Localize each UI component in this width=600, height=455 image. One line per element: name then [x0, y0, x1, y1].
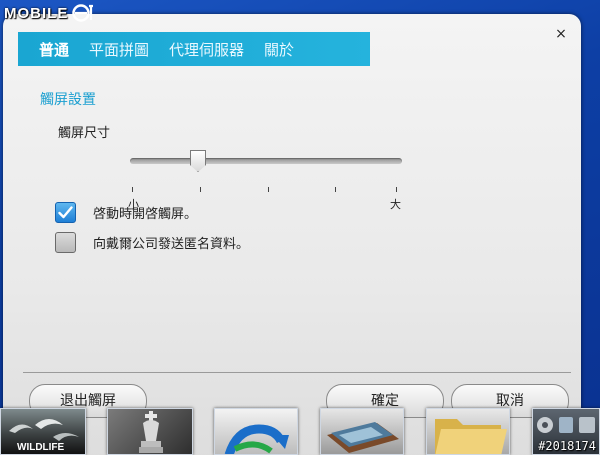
tab-proxy-server[interactable]: 代理伺服器 — [169, 39, 244, 60]
dock-item-chess[interactable] — [107, 408, 193, 455]
slider-tick — [132, 187, 133, 192]
slider-tick — [268, 187, 269, 192]
close-icon[interactable]: × — [553, 26, 569, 42]
size-label: 觸屏尺寸 — [58, 126, 111, 141]
watermark-image-id: #2018174 — [538, 439, 596, 453]
slider-track[interactable] — [130, 158, 402, 164]
slider-tick — [200, 187, 201, 192]
app-dock: WILDLIFE — [0, 408, 600, 455]
tab-bar: 普通 平面拼圖 代理伺服器 關於 — [18, 32, 370, 66]
media-tools-icon — [537, 417, 595, 433]
watermark-logo-text: MOBILE — [4, 4, 69, 22]
folder-icon — [435, 419, 507, 454]
section-title: 觸屏設置 — [40, 92, 96, 108]
slider-max-label: 大 — [390, 198, 401, 211]
anonymous-data-option-label: 向戴爾公司發送匿名資料。 — [93, 237, 250, 252]
refresh-arrows-icon — [224, 424, 289, 454]
wildlife-label: WILDLIFE — [17, 442, 65, 453]
dock-item-folder[interactable] — [426, 408, 510, 455]
tab-general[interactable]: 普通 — [39, 39, 69, 60]
wildlife-birds-icon — [9, 419, 79, 441]
slider-tick — [396, 187, 397, 192]
startup-option[interactable]: 啓動時開啓觸屏。 — [55, 202, 197, 223]
logo-e-icon — [72, 4, 94, 22]
slider-thumb[interactable] — [190, 150, 206, 172]
anonymous-data-option[interactable]: 向戴爾公司發送匿名資料。 — [55, 232, 249, 253]
settings-dialog: × 普通 平面拼圖 代理伺服器 關於 觸屏設置 觸屏尺寸 小 大 啓動時開啓觸屏… — [3, 14, 581, 455]
watermark-logo: MOBILE — [4, 2, 95, 24]
chess-king-icon — [139, 411, 163, 453]
startup-checkbox[interactable] — [55, 202, 76, 223]
tab-flat-puzzle[interactable]: 平面拼圖 — [89, 39, 149, 60]
dock-item-wildlife[interactable]: WILDLIFE — [0, 408, 86, 455]
dock-item-photo-album[interactable] — [320, 408, 404, 455]
checkmark-icon — [58, 206, 73, 219]
anonymous-data-checkbox[interactable] — [55, 232, 76, 253]
dock-item-refresh[interactable] — [214, 408, 298, 455]
tab-about[interactable]: 關於 — [264, 39, 294, 60]
slider-tick — [335, 187, 336, 192]
size-slider[interactable]: 小 大 — [128, 150, 403, 211]
footer-divider — [23, 372, 571, 373]
photo-album-icon — [327, 422, 399, 453]
startup-option-label: 啓動時開啓觸屏。 — [93, 207, 198, 222]
